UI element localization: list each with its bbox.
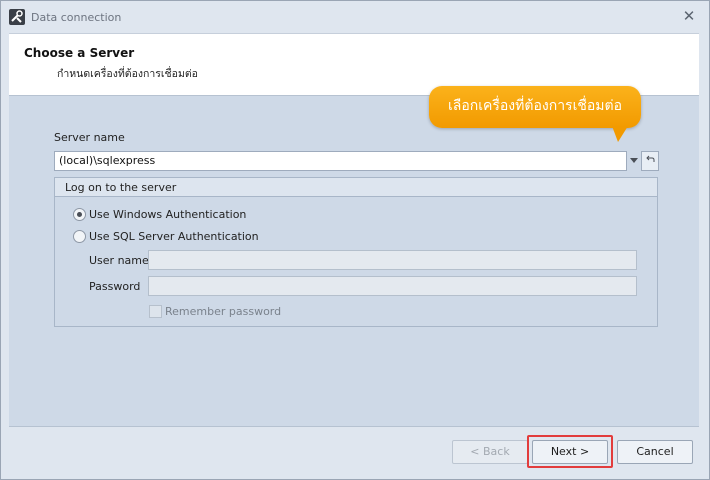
remember-password-label: Remember password	[165, 305, 282, 318]
close-button[interactable]: ✕	[677, 5, 701, 27]
user-name-label: User name	[89, 254, 149, 267]
refresh-icon	[645, 155, 654, 162]
page-title: Choose a Server	[24, 46, 135, 60]
callout-tail	[612, 126, 628, 142]
password-input[interactable]	[148, 276, 637, 296]
cancel-button[interactable]: Cancel	[617, 440, 693, 464]
tools-icon	[9, 9, 25, 25]
callout-tooltip: เลือกเครื่องที่ต้องการเชื่อมต่อ	[429, 86, 641, 128]
logon-group-title: Log on to the server	[65, 181, 177, 194]
dialog-window: Data connection ✕ Choose a Server กำหนดเ…	[0, 0, 710, 480]
chevron-down-icon	[629, 158, 638, 163]
page-subtitle: กำหนดเครื่องที่ต้องการเชื่อมต่อ	[57, 68, 198, 80]
server-name-value: (local)\sqlexpress	[59, 154, 156, 167]
logon-group: Log on to the server Use Windows Authent…	[54, 177, 658, 327]
windows-auth-label[interactable]: Use Windows Authentication	[89, 208, 246, 221]
windows-auth-radio[interactable]	[73, 208, 86, 221]
radio-selected-dot	[77, 212, 82, 217]
next-button-highlight	[527, 435, 613, 468]
server-dropdown-button[interactable]	[626, 151, 641, 171]
server-name-label: Server name	[54, 131, 125, 144]
remember-password-checkbox[interactable]	[149, 305, 162, 318]
sql-auth-label[interactable]: Use SQL Server Authentication	[89, 230, 259, 243]
footer-divider	[9, 426, 699, 427]
logon-group-header: Log on to the server	[55, 178, 657, 197]
password-label: Password	[89, 280, 141, 293]
title-bar[interactable]: Data connection ✕	[1, 1, 709, 33]
server-name-combobox[interactable]: (local)\sqlexpress	[54, 151, 627, 171]
wizard-content: Server name (local)\sqlexpress Log on to…	[9, 95, 699, 427]
window-title: Data connection	[31, 11, 122, 24]
back-button[interactable]: < Back	[452, 440, 528, 464]
sql-auth-radio[interactable]	[73, 230, 86, 243]
server-refresh-button[interactable]	[641, 151, 659, 171]
user-name-input[interactable]	[148, 250, 637, 270]
callout-text: เลือกเครื่องที่ต้องการเชื่อมต่อ	[447, 98, 622, 114]
